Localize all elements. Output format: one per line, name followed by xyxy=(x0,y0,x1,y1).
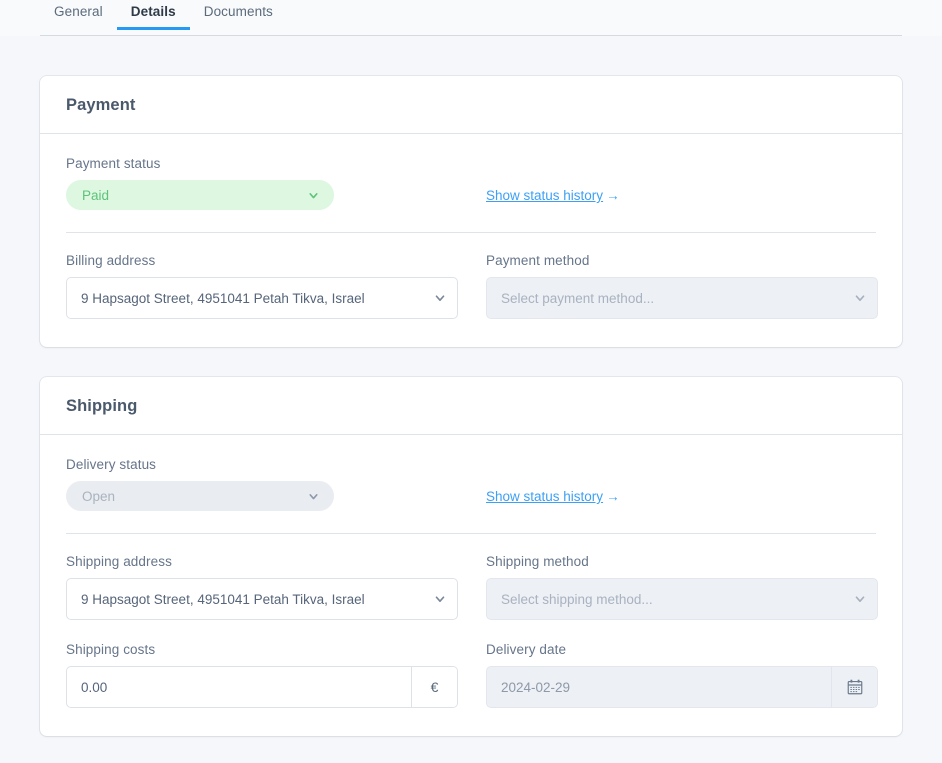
payment-show-status-history-link[interactable]: Show status history → xyxy=(486,188,620,203)
currency-addon-euro: € xyxy=(411,667,457,707)
payment-history-link-wrap: Show status history → xyxy=(486,187,620,210)
shipping-costs-input-group[interactable]: 0.00 € xyxy=(66,666,458,708)
shipping-address-select[interactable]: 9 Hapsagot Street, 4951041 Petah Tikva, … xyxy=(66,578,458,620)
shipping-divider xyxy=(66,533,876,534)
shipping-method-label: Shipping method xyxy=(486,554,589,569)
shipping-method-select[interactable]: Select shipping method... xyxy=(486,578,878,620)
payment-card: Payment Payment status Paid Show status … xyxy=(40,76,902,347)
payment-status-select[interactable]: Paid xyxy=(66,180,334,210)
arrow-right-icon: → xyxy=(606,188,620,203)
chevron-down-icon xyxy=(307,189,320,202)
shipping-history-link-wrap: Show status history → xyxy=(486,488,620,511)
payment-method-field: Payment method Select payment method... xyxy=(486,253,878,319)
payment-divider xyxy=(66,232,876,233)
shipping-costs-field: Shipping costs 0.00 € xyxy=(66,642,458,708)
billing-address-select[interactable]: 9 Hapsagot Street, 4951041 Petah Tikva, … xyxy=(66,277,458,319)
delivery-status-row: Delivery status Open Show status history… xyxy=(66,457,876,511)
delivery-date-input[interactable]: 2024-02-29 xyxy=(487,667,831,707)
billing-address-field: Billing address 9 Hapsagot Street, 49510… xyxy=(66,253,458,319)
shipping-card-body: Delivery status Open Show status history… xyxy=(40,435,902,736)
arrow-right-icon: → xyxy=(606,489,620,504)
delivery-status-label: Delivery status xyxy=(66,457,157,472)
shipping-method-field: Shipping method Select shipping method..… xyxy=(486,554,878,620)
shipping-address-label: Shipping address xyxy=(66,554,172,569)
shipping-address-row: Shipping address 9 Hapsagot Street, 4951… xyxy=(66,554,878,620)
tab-documents[interactable]: Documents xyxy=(190,0,287,30)
shipping-card: Shipping Delivery status Open Show statu… xyxy=(40,377,902,736)
shipping-history-link-text: Show status history xyxy=(486,489,604,504)
chevron-down-icon[interactable] xyxy=(423,278,457,318)
shipping-method-placeholder: Select shipping method... xyxy=(501,591,653,607)
details-page: Payment Payment status Paid Show status … xyxy=(0,36,942,736)
payment-status-field: Payment status Paid xyxy=(66,156,486,210)
payment-status-row: Payment status Paid Show status history → xyxy=(66,156,876,210)
delivery-date-field: Delivery date 2024-02-29 xyxy=(486,642,878,708)
tab-bar: General Details Documents xyxy=(0,0,942,36)
payment-method-placeholder: Select payment method... xyxy=(501,290,655,306)
calendar-icon xyxy=(847,679,862,695)
delivery-status-select[interactable]: Open xyxy=(66,481,334,511)
payment-fields-row: Billing address 9 Hapsagot Street, 49510… xyxy=(66,253,878,319)
payment-method-label: Payment method xyxy=(486,253,590,268)
shipping-address-field: Shipping address 9 Hapsagot Street, 4951… xyxy=(66,554,458,620)
shipping-card-header: Shipping xyxy=(40,377,902,435)
delivery-status-value: Open xyxy=(82,488,116,504)
delivery-status-field: Delivery status Open xyxy=(66,457,486,511)
billing-address-label: Billing address xyxy=(66,253,156,268)
shipping-address-value: 9 Hapsagot Street, 4951041 Petah Tikva, … xyxy=(81,591,365,607)
shipping-show-status-history-link[interactable]: Show status history → xyxy=(486,489,620,504)
delivery-date-label: Delivery date xyxy=(486,642,567,657)
payment-card-body: Payment status Paid Show status history → xyxy=(40,134,902,347)
shipping-costs-label: Shipping costs xyxy=(66,642,156,657)
shipping-title: Shipping xyxy=(66,397,138,415)
calendar-picker-button[interactable] xyxy=(831,667,877,707)
payment-history-link-text: Show status history xyxy=(486,188,604,203)
chevron-down-icon[interactable] xyxy=(843,579,877,619)
payment-card-header: Payment xyxy=(40,76,902,134)
payment-title: Payment xyxy=(66,96,136,114)
tab-general[interactable]: General xyxy=(40,0,117,30)
payment-method-select[interactable]: Select payment method... xyxy=(486,277,878,319)
chevron-down-icon[interactable] xyxy=(843,278,877,318)
shipping-costs-input[interactable]: 0.00 xyxy=(67,667,411,707)
delivery-date-input-group[interactable]: 2024-02-29 xyxy=(486,666,878,708)
payment-status-value: Paid xyxy=(82,187,110,203)
shipping-costs-row: Shipping costs 0.00 € Delivery date 2024… xyxy=(66,642,878,708)
chevron-down-icon xyxy=(307,490,320,503)
billing-address-value: 9 Hapsagot Street, 4951041 Petah Tikva, … xyxy=(81,290,365,306)
payment-status-label: Payment status xyxy=(66,156,161,171)
tab-details[interactable]: Details xyxy=(116,0,190,30)
chevron-down-icon[interactable] xyxy=(423,579,457,619)
